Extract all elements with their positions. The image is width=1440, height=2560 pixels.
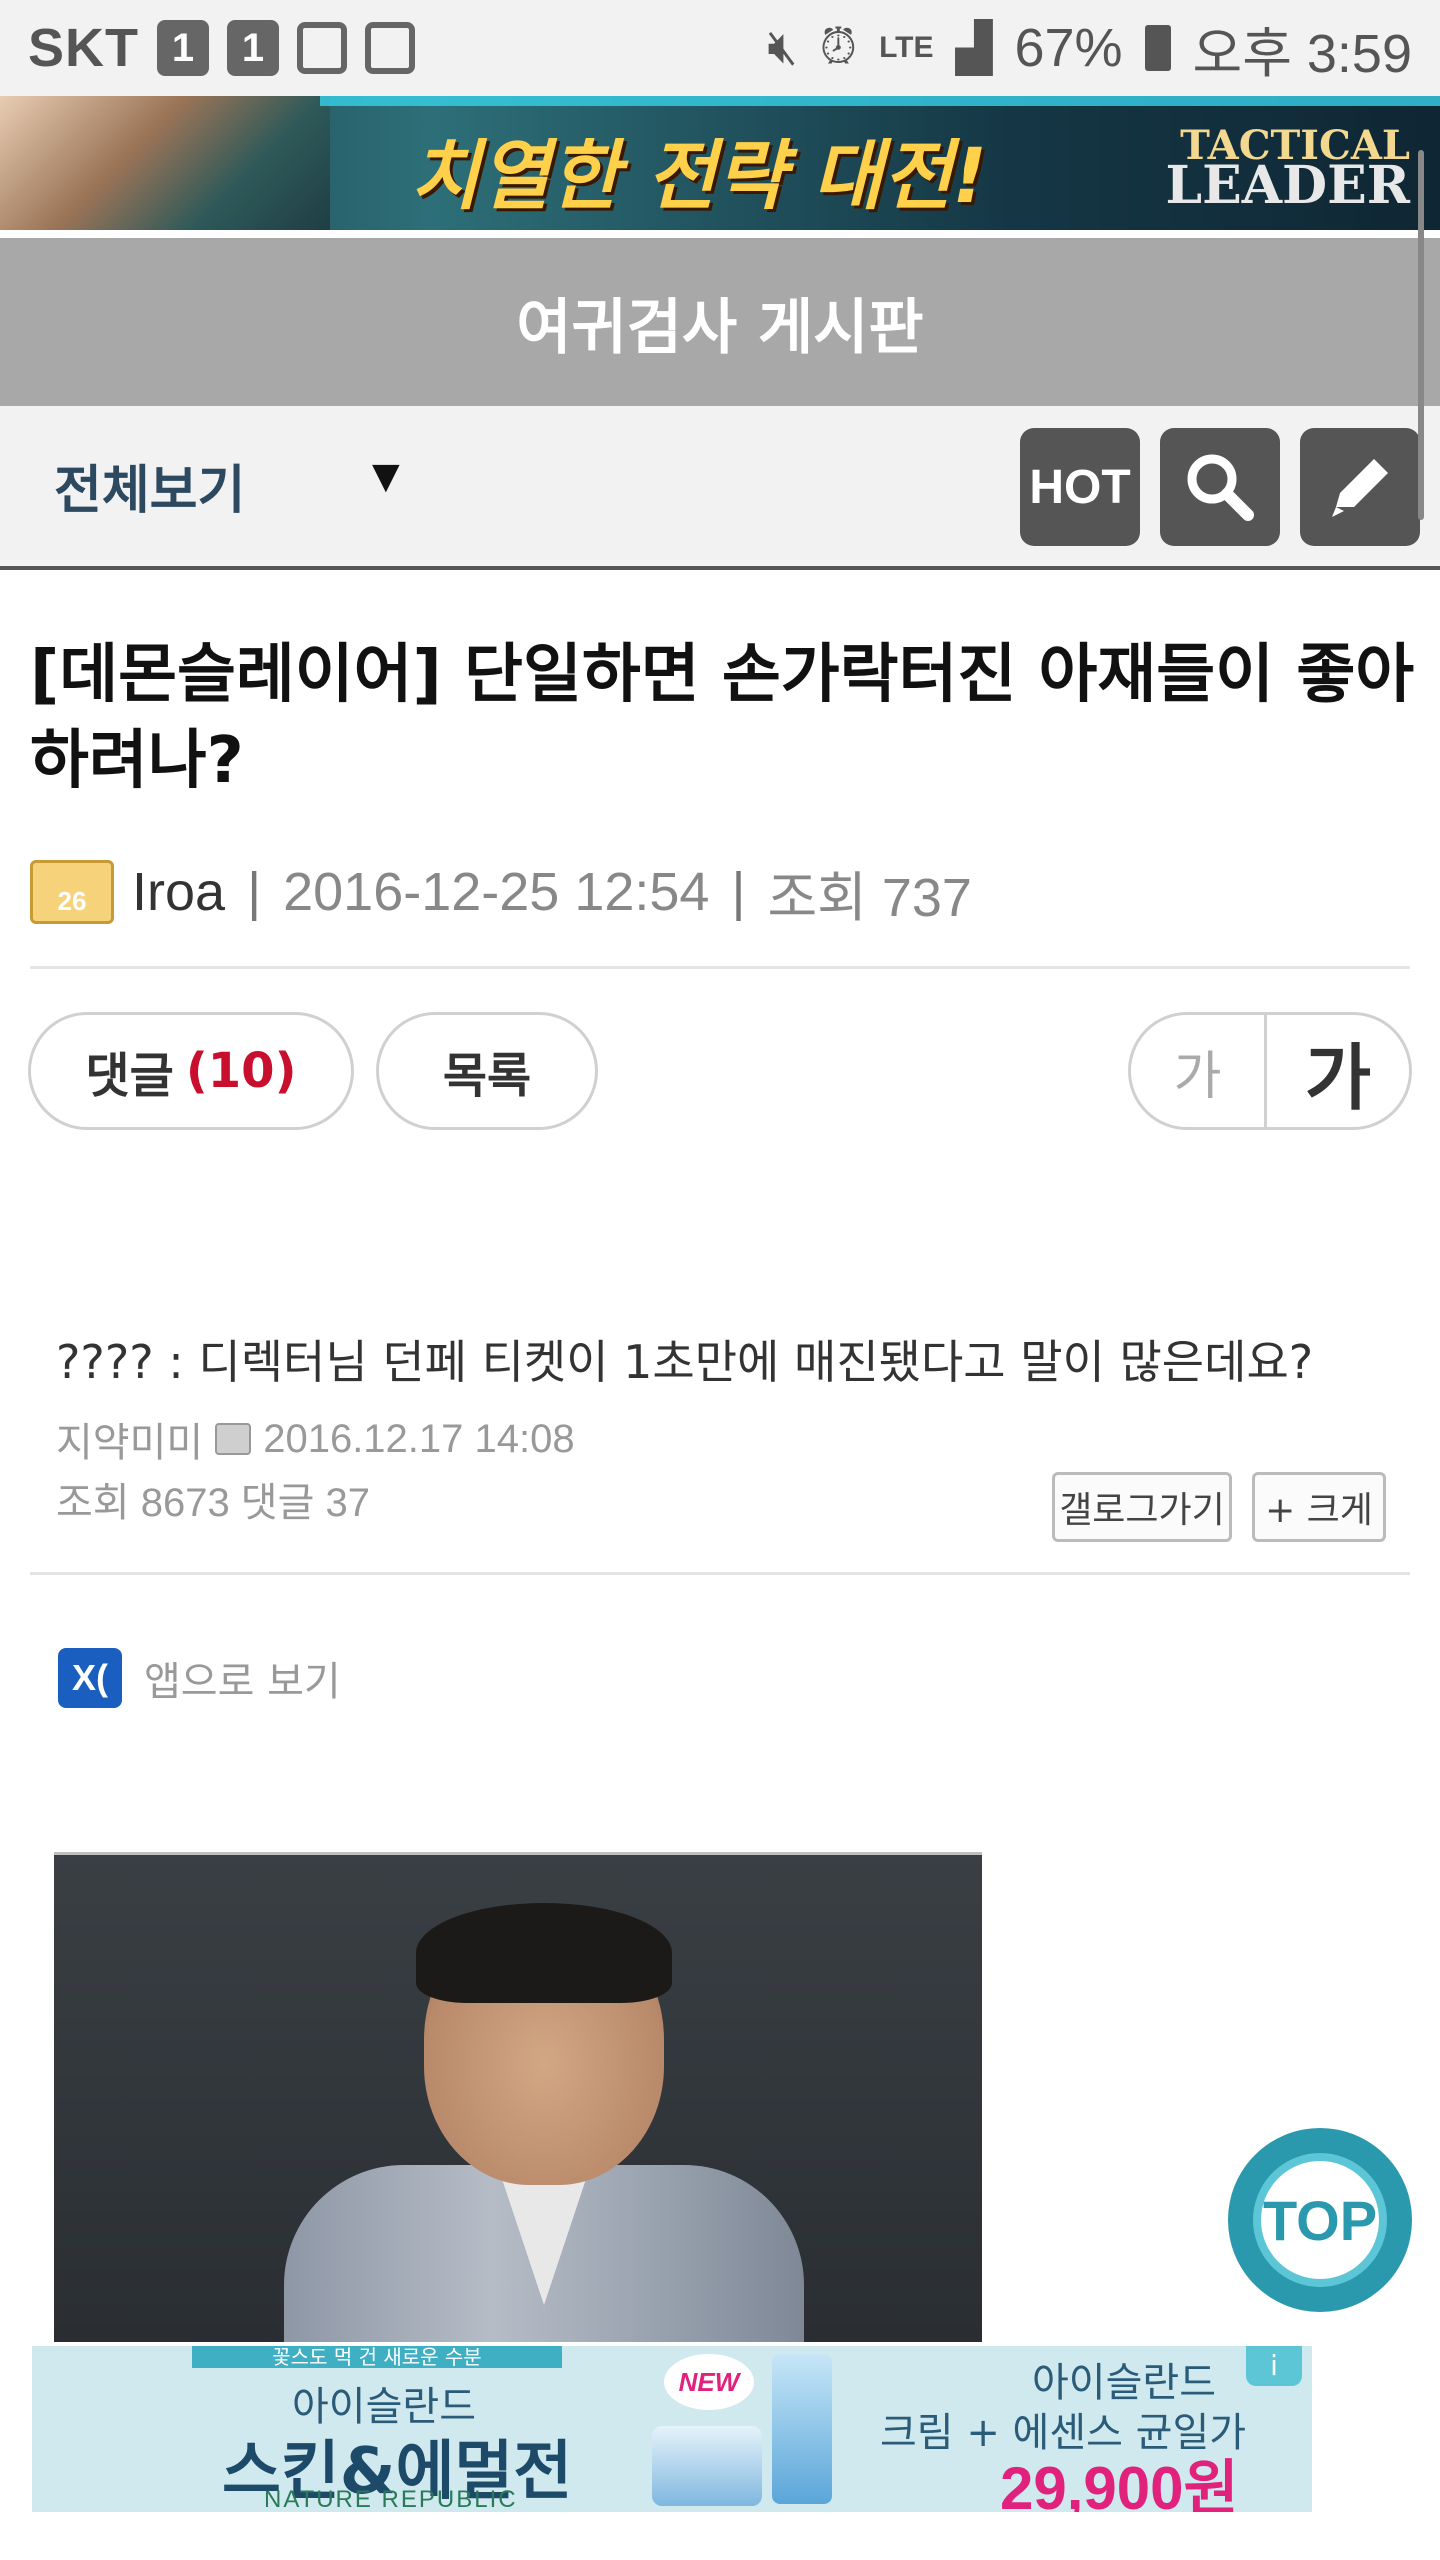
font-large-button[interactable]: 가: [1267, 1015, 1409, 1127]
top-banner-ad[interactable]: 치열한 전략 대전! TACTICAL LEADER: [0, 96, 1440, 230]
photo-hair: [416, 1903, 672, 2003]
pencil-icon: [1332, 459, 1388, 517]
notification-icon: 1: [157, 20, 209, 76]
embed-date: 2016.12.17 14:08: [263, 1416, 575, 1461]
top-label: TOP: [1253, 2153, 1387, 2287]
comments-count: (10): [185, 1043, 297, 1099]
ad-info-icon[interactable]: i: [1246, 2346, 1302, 2386]
board-title: 여귀검사 게시판: [516, 292, 924, 363]
embed-meta: 지약미미 2016.12.17 14:08: [56, 1410, 575, 1468]
embed-author: 지약미미: [56, 1421, 204, 1465]
font-small-button[interactable]: 가: [1131, 1015, 1267, 1127]
category-dropdown[interactable]: 전체보기: [54, 448, 245, 523]
open-in-app-text: 앱으로 보기: [144, 1659, 341, 1705]
banner-headline: 치열한 전략 대전!: [410, 131, 988, 220]
scroll-top-button[interactable]: TOP: [1228, 2128, 1412, 2312]
meta-separator: |: [247, 862, 262, 922]
post-author[interactable]: Iroa: [132, 861, 225, 923]
ad-brand: NATURE REPUBLIC: [264, 2486, 518, 2512]
post-photo: [54, 1852, 982, 2342]
status-bar: SKT 1 1 🔇︎ ⏰︎ LTE ▟ 67% 오후 3:59: [0, 0, 1440, 96]
post-meta: 26 Iroa | 2016-12-25 12:54 | 조회 737: [30, 858, 972, 928]
meta-separator: |: [731, 862, 746, 922]
level-badge: 26: [30, 860, 114, 924]
enlarge-button: + 크게: [1252, 1472, 1386, 1542]
gallery-icon: [365, 22, 415, 74]
open-in-app-row: X( 앱으로 보기: [58, 1648, 341, 1708]
scrollbar[interactable]: [1418, 150, 1424, 520]
embed-stats: 조회 8673 댓글 37: [56, 1481, 371, 1525]
list-button[interactable]: 목록: [376, 1012, 598, 1130]
banner-character-art: [0, 96, 330, 230]
signal-icon: ▟: [955, 22, 993, 75]
ad-price: 29,900원: [1000, 2455, 1239, 2512]
mute-icon: 🔇︎: [767, 21, 798, 74]
alarm-icon: ⏰︎: [819, 21, 858, 74]
search-button[interactable]: [1160, 428, 1280, 546]
battery-icon: [1144, 25, 1171, 71]
post-views: 조회 737: [767, 867, 972, 928]
embed-question: ???? : 디렉터님 던페 티켓이 1초만에 매진됐다고 말이 많은데요?: [56, 1335, 1314, 1389]
chevron-down-icon[interactable]: ▼: [372, 456, 400, 497]
gallog-icon: [215, 1423, 252, 1455]
comments-label: 댓글: [85, 1048, 174, 1104]
ad-ribbon: 꽃스도 먹 건 새로운 수분: [192, 2346, 562, 2368]
comments-button[interactable]: 댓글 (10): [28, 1012, 354, 1130]
post-date: 2016-12-25 12:54: [283, 862, 710, 922]
screenshot-icon: [297, 22, 347, 74]
notification-icon: 1: [227, 20, 279, 76]
ad-new-tag: NEW: [664, 2354, 754, 2410]
board-header: 여귀검사 게시판: [0, 238, 1440, 406]
divider: [30, 1572, 1410, 1575]
ad-product-bottle: [772, 2354, 832, 2504]
bottom-banner-ad[interactable]: 꽃스도 먹 건 새로운 수분 아이슬란드 스킨&에멀전 NATURE REPUB…: [32, 2346, 1312, 2512]
write-button[interactable]: [1300, 428, 1420, 546]
gallog-button: 갤로그가기: [1052, 1472, 1232, 1542]
post-title: [데몬슬레이어] 단일하면 손가락터진 아재들이 좋아하려나?: [30, 638, 1415, 798]
ad-product-jar: [652, 2426, 762, 2506]
hot-button[interactable]: HOT: [1020, 428, 1140, 546]
lte-icon: LTE: [879, 31, 934, 64]
battery-percent: 67%: [1014, 18, 1123, 78]
clock: 오후 3:59: [1192, 23, 1412, 84]
font-size-toggle: 가 가: [1128, 1012, 1412, 1130]
board-toolbar: 전체보기 ▼ HOT: [0, 406, 1440, 570]
banner-stripe: [320, 96, 1440, 106]
banner-brand-logo: TACTICAL LEADER: [1165, 122, 1411, 216]
carrier-label: SKT: [28, 18, 139, 78]
app-logo-icon: X(: [58, 1648, 122, 1708]
divider: [30, 966, 1410, 969]
search-icon: [1187, 454, 1254, 521]
